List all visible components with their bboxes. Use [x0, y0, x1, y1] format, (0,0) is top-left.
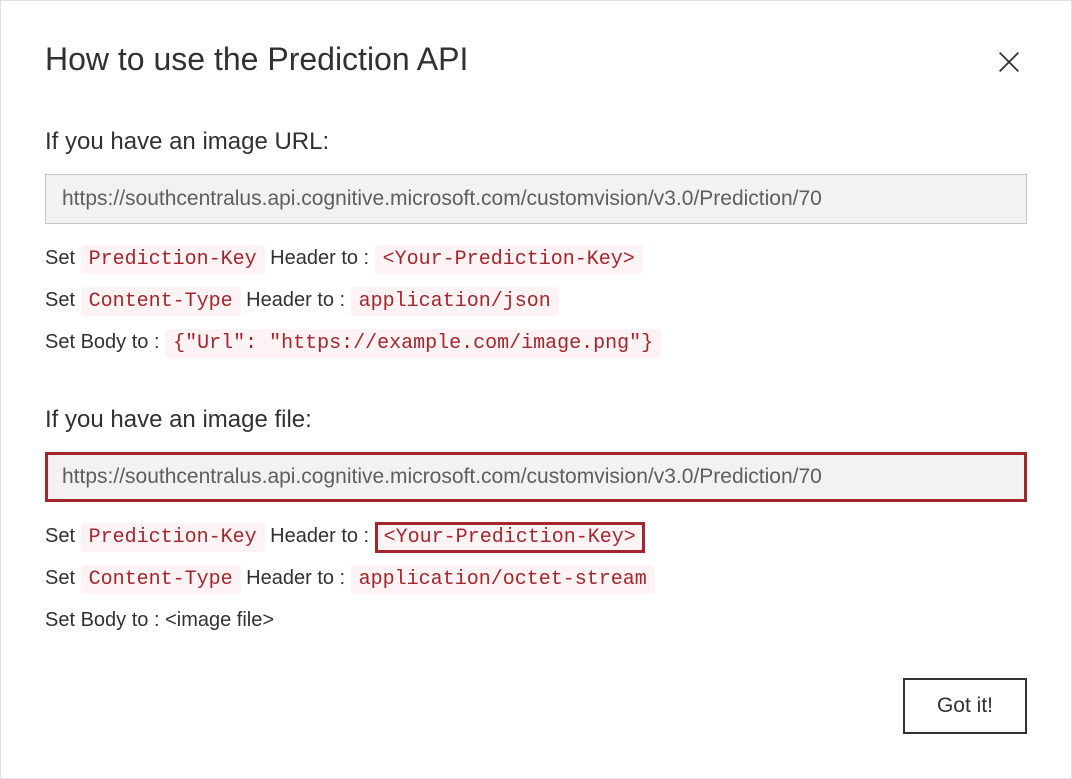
url-endpoint-box-2[interactable]: https://southcentralus.api.cognitive.mic… [45, 452, 1027, 502]
text-set-prefix: Set [45, 247, 81, 269]
text-set-body-prefix: Set Body to : [45, 331, 165, 353]
text-set-prefix: Set [45, 567, 81, 589]
instruction-body-1: Set Body to : {"Url": "https://example.c… [45, 326, 1027, 360]
text-header-to: Header to : [265, 247, 375, 269]
code-your-prediction-key-highlighted: <Your-Prediction-Key> [375, 522, 645, 553]
code-octet-stream: application/octet-stream [351, 565, 655, 594]
instruction-body-2: Set Body to : <image file> [45, 604, 1027, 636]
text-set-prefix: Set [45, 289, 81, 311]
text-header-to: Header to : [241, 289, 351, 311]
prediction-api-dialog: How to use the Prediction API If you hav… [0, 0, 1072, 779]
text-header-to: Header to : [265, 525, 375, 547]
code-body-json: {"Url": "https://example.com/image.png"} [165, 329, 661, 358]
code-your-prediction-key: <Your-Prediction-Key> [375, 245, 643, 274]
code-content-type: Content-Type [81, 565, 241, 594]
text-header-to: Header to : [241, 567, 351, 589]
got-it-button[interactable]: Got it! [903, 678, 1027, 734]
close-icon [995, 48, 1023, 76]
url-endpoint-box-1[interactable]: https://southcentralus.api.cognitive.mic… [45, 174, 1027, 224]
instruction-content-type-2: Set Content-Type Header to : application… [45, 562, 1027, 596]
instruction-prediction-key-1: Set Prediction-Key Header to : <Your-Pre… [45, 242, 1027, 276]
close-button[interactable] [993, 47, 1025, 79]
code-application-json: application/json [351, 287, 559, 316]
dialog-title: How to use the Prediction API [45, 41, 1027, 78]
instruction-content-type-1: Set Content-Type Header to : application… [45, 284, 1027, 318]
section-heading-url: If you have an image URL: [45, 128, 1027, 156]
code-prediction-key: Prediction-Key [81, 523, 265, 552]
code-content-type: Content-Type [81, 287, 241, 316]
instruction-prediction-key-2: Set Prediction-Key Header to : <Your-Pre… [45, 520, 1027, 554]
code-prediction-key: Prediction-Key [81, 245, 265, 274]
text-set-prefix: Set [45, 525, 81, 547]
section-heading-file: If you have an image file: [45, 406, 1027, 434]
